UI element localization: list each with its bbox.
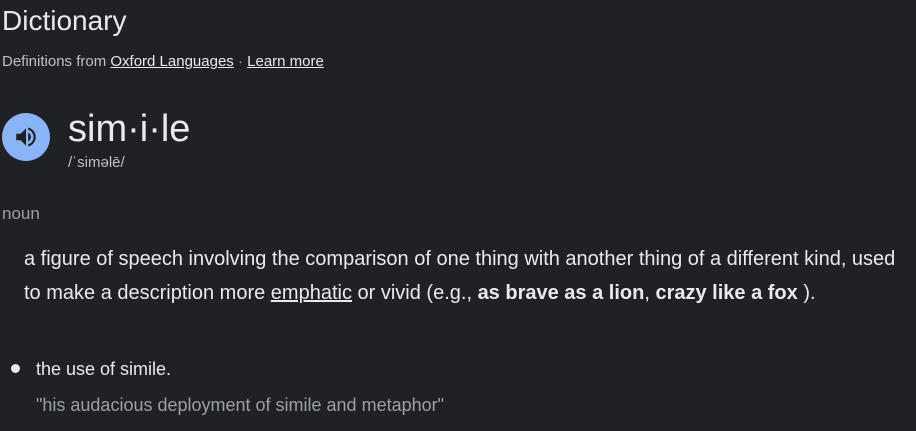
definition-text-after: ). bbox=[803, 282, 816, 304]
definition-text-middle: or vivid (e.g., bbox=[357, 282, 472, 304]
bullet-icon bbox=[11, 364, 20, 373]
definition-text: a figure of speech involving the compari… bbox=[24, 242, 909, 310]
headword: sim·i·le bbox=[68, 108, 191, 150]
definition-example-2: crazy like a fox bbox=[655, 282, 798, 304]
learn-more-link[interactable]: Learn more bbox=[247, 53, 324, 70]
oxford-languages-link[interactable]: Oxford Languages bbox=[110, 53, 233, 70]
sub-definition: the use of simile. bbox=[36, 359, 172, 379]
pronunciation-audio-button[interactable] bbox=[2, 113, 50, 161]
definition-example-1: as brave as a lion bbox=[477, 282, 645, 304]
dictionary-title: Dictionary bbox=[2, 5, 127, 36]
definition-comma: , bbox=[644, 282, 650, 304]
definitions-source: Definitions from Oxford Languages · Lear… bbox=[2, 53, 324, 71]
source-prefix: Definitions from bbox=[2, 53, 107, 70]
usage-example: "his audacious deployment of simile and … bbox=[36, 395, 445, 415]
emphatic-link[interactable]: emphatic bbox=[271, 282, 352, 304]
speaker-icon bbox=[16, 127, 36, 147]
separator: · bbox=[237, 53, 243, 70]
phonetic-spelling: /ˈsiməlē/ bbox=[68, 154, 125, 171]
part-of-speech: noun bbox=[2, 204, 40, 223]
